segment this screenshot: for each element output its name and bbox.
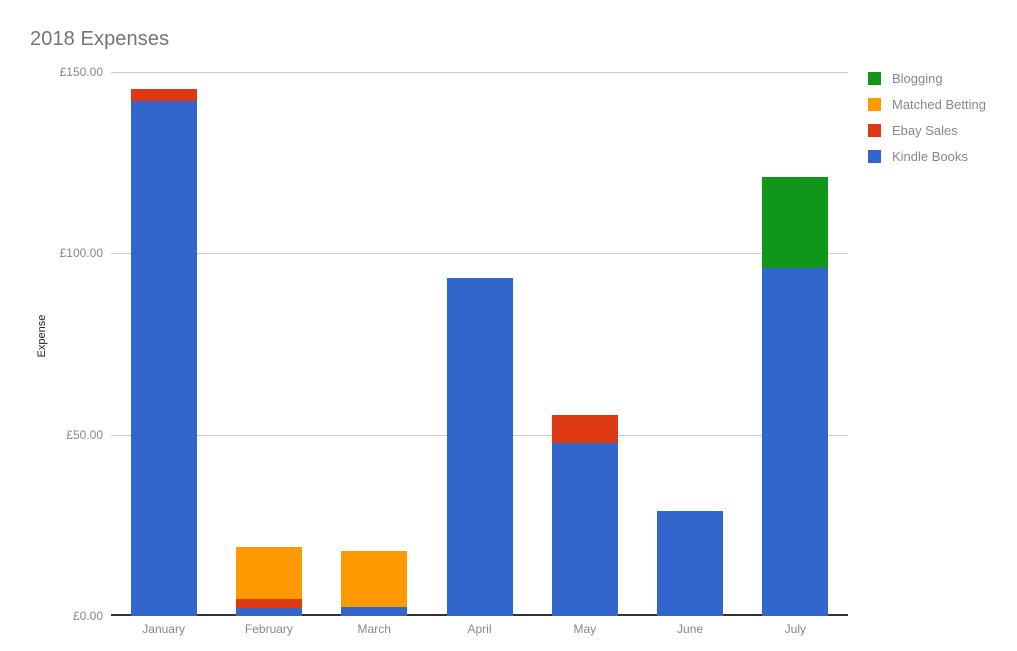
legend-item[interactable]: Kindle Books <box>868 148 1013 165</box>
bar-segment[interactable] <box>235 547 302 599</box>
x-axis-tick-label: March <box>357 622 391 636</box>
bar-group[interactable] <box>235 72 302 616</box>
legend-swatch-icon <box>868 150 881 163</box>
x-axis-tick-label: May <box>573 622 597 636</box>
y-axis-tick-label: £150.00 <box>59 65 103 79</box>
bar-segment[interactable] <box>762 267 829 616</box>
chart-title: 2018 Expenses <box>30 28 170 50</box>
bar-segment[interactable] <box>235 598 302 609</box>
chart-legend: Blogging Matched Betting Ebay Sales Kindle … <box>868 70 1013 174</box>
legend-swatch-icon <box>868 72 881 85</box>
legend-item-label: Kindle Books <box>892 149 968 164</box>
bar-segment[interactable] <box>657 510 724 616</box>
bar-group[interactable] <box>130 72 197 616</box>
legend-item[interactable]: Blogging <box>868 70 1013 87</box>
bar-segment[interactable] <box>341 550 408 607</box>
y-axis-title: Expense <box>36 314 48 358</box>
x-axis-tick-label: April <box>467 622 492 636</box>
legend-item[interactable]: Ebay Sales <box>868 122 1013 139</box>
legend-item-label: Matched Betting <box>892 97 986 112</box>
bar-segment[interactable] <box>130 101 197 616</box>
bar-group[interactable] <box>551 72 618 616</box>
bar-group[interactable] <box>446 72 513 616</box>
x-axis: January February March April May June July <box>111 620 848 644</box>
plot-area <box>111 72 848 616</box>
bar-group[interactable] <box>657 72 724 616</box>
y-axis-tick-label: £0.00 <box>72 609 103 623</box>
x-axis-tick-label: June <box>677 622 704 636</box>
y-axis: £0.00 £50.00 £100.00 £150.00 <box>0 65 103 623</box>
bar-segment[interactable] <box>551 415 618 444</box>
x-axis-tick-label: February <box>244 622 293 636</box>
bar-segment[interactable] <box>762 177 829 268</box>
bar-segment[interactable] <box>446 278 513 616</box>
y-axis-tick-label: £50.00 <box>66 427 103 442</box>
bar-segment[interactable] <box>130 89 197 102</box>
y-axis-tick-label: £100.00 <box>59 246 103 261</box>
chart-container: 2018 Expenses £0.00 £50.00 £100.00 £150.00 … <box>0 0 1017 651</box>
legend-swatch-icon <box>868 124 881 137</box>
bar-segment[interactable] <box>235 608 302 616</box>
x-axis-tick-label: January <box>142 622 185 636</box>
bar-group[interactable] <box>762 72 829 616</box>
bar-segment[interactable] <box>551 443 618 616</box>
legend-item[interactable]: Matched Betting <box>868 96 1013 113</box>
legend-swatch-icon <box>868 98 881 111</box>
bar-segment[interactable] <box>341 606 408 616</box>
legend-item-label: Ebay Sales <box>892 123 958 138</box>
bar-group[interactable] <box>341 72 408 616</box>
x-axis-tick-label: July <box>784 622 807 636</box>
legend-item-label: Blogging <box>892 71 943 86</box>
